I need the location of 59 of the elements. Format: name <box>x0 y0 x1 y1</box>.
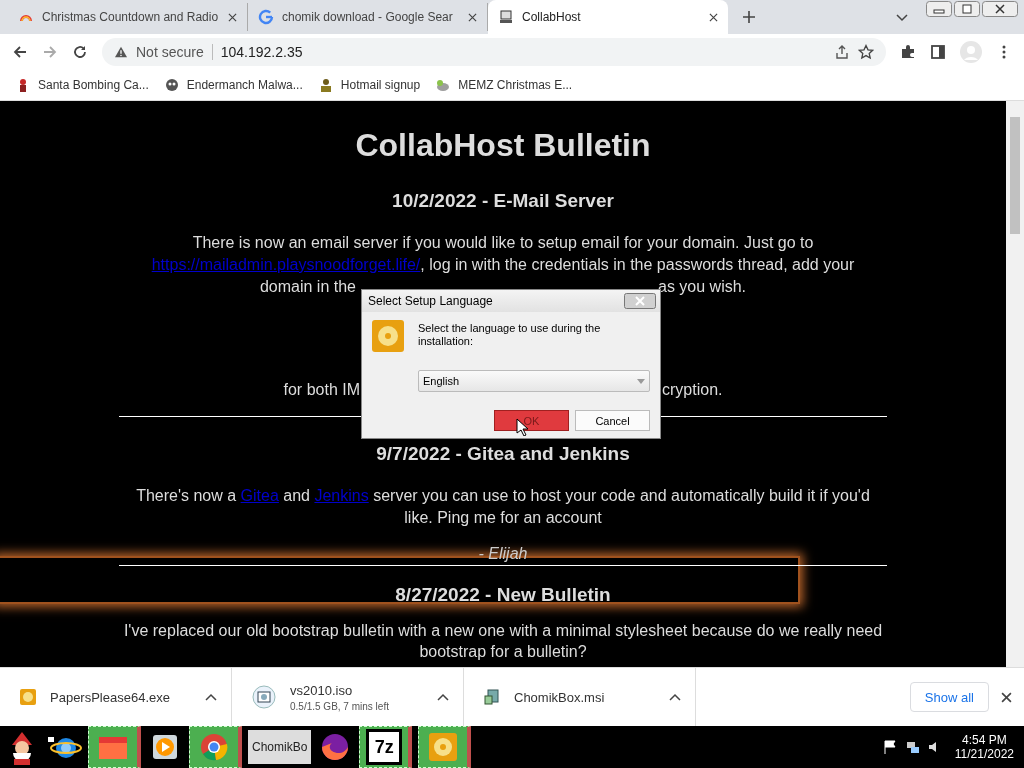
network-icon[interactable] <box>904 739 921 755</box>
page-title: CollabHost Bulletin <box>355 127 651 164</box>
restore-icon[interactable] <box>954 1 980 17</box>
post-text: I've replaced our old bootstrap bulletin with a new one with a minimal stylesheet because do we really need bootstrap for a bulletin? <box>122 621 884 662</box>
installer-icon <box>484 689 500 705</box>
computer-icon <box>498 9 514 25</box>
browser-tab[interactable]: CollabHost <box>488 0 728 34</box>
browser-tab[interactable]: Christmas Countdown and Radio <box>8 3 248 31</box>
language-dropdown[interactable]: English <box>418 370 650 392</box>
security-label[interactable]: Not secure <box>136 44 204 60</box>
dialog-title: Select Setup Language <box>368 294 493 308</box>
address-field[interactable]: Not secure 104.192.2.35 <box>102 38 886 66</box>
post-text-fragment: cryption. <box>662 380 723 400</box>
back-icon[interactable] <box>12 44 28 60</box>
share-icon[interactable] <box>834 44 850 60</box>
close-icon[interactable] <box>982 1 1018 17</box>
post-heading: 9/7/2022 - Gitea and Jenkins <box>376 443 630 465</box>
warning-icon <box>114 46 128 58</box>
creature-icon <box>164 78 179 92</box>
post-signature: - Elijah <box>478 545 528 563</box>
bookmark-item[interactable]: Endermanch Malwa... <box>164 78 303 92</box>
close-icon[interactable] <box>228 12 237 22</box>
star-icon[interactable] <box>858 44 874 60</box>
dialog-message: Select the language to use during the installation: <box>418 322 602 348</box>
bookmark-item[interactable]: MEMZ Christmas E... <box>436 78 573 92</box>
puzzle-icon[interactable] <box>900 44 916 60</box>
url-text: 104.192.2.35 <box>220 44 303 60</box>
new-tab-icon[interactable] <box>742 10 756 24</box>
chevron-down-icon[interactable] <box>896 14 908 22</box>
scrollbar-thumb[interactable] <box>1010 117 1020 234</box>
taskbar-clock[interactable]: 4:54 PM 11/21/2022 <box>948 733 1020 761</box>
close-icon[interactable] <box>1001 691 1012 703</box>
bookmark-item[interactable]: Hotmail signup <box>318 78 421 92</box>
chevron-up-icon[interactable] <box>669 693 681 701</box>
flag-icon[interactable] <box>882 739 899 755</box>
bookmark-item[interactable]: Santa Bombing Ca... <box>16 78 149 92</box>
archive-app-icon[interactable]: 7z <box>366 729 403 765</box>
close-icon[interactable] <box>709 12 718 22</box>
scrollbar[interactable] <box>1006 101 1024 667</box>
chevron-up-icon[interactable] <box>205 693 217 701</box>
dropdown-arrow-icon <box>637 378 645 384</box>
close-icon[interactable] <box>468 12 477 22</box>
disc-icon <box>20 689 36 705</box>
disc-file-icon <box>252 685 276 709</box>
sidebar-icon[interactable] <box>930 44 946 60</box>
post-text: There's now a Gitea and Jenkins server you can use to host your code and automatically build it if you'd like. Ping me for an account <box>135 486 871 528</box>
post-heading: 8/27/2022 - New Bulletin <box>395 584 611 606</box>
chevron-up-icon[interactable] <box>437 693 449 701</box>
post-heading: 10/2/2022 - E-Mail Server <box>392 190 614 212</box>
creature-icon <box>436 78 451 92</box>
minimize-icon[interactable] <box>926 1 952 17</box>
google-g-icon <box>258 9 274 25</box>
show-all-button[interactable]: Show all <box>909 682 989 712</box>
figure-icon <box>318 78 333 92</box>
reload-icon[interactable] <box>72 44 88 60</box>
post-text-fragment: for both IM <box>283 380 360 400</box>
cancel-button[interactable]: Cancel <box>575 410 650 431</box>
post-text-fragment: domain in the <box>259 277 356 297</box>
taskbar-item[interactable]: ChomikBo <box>248 730 312 764</box>
